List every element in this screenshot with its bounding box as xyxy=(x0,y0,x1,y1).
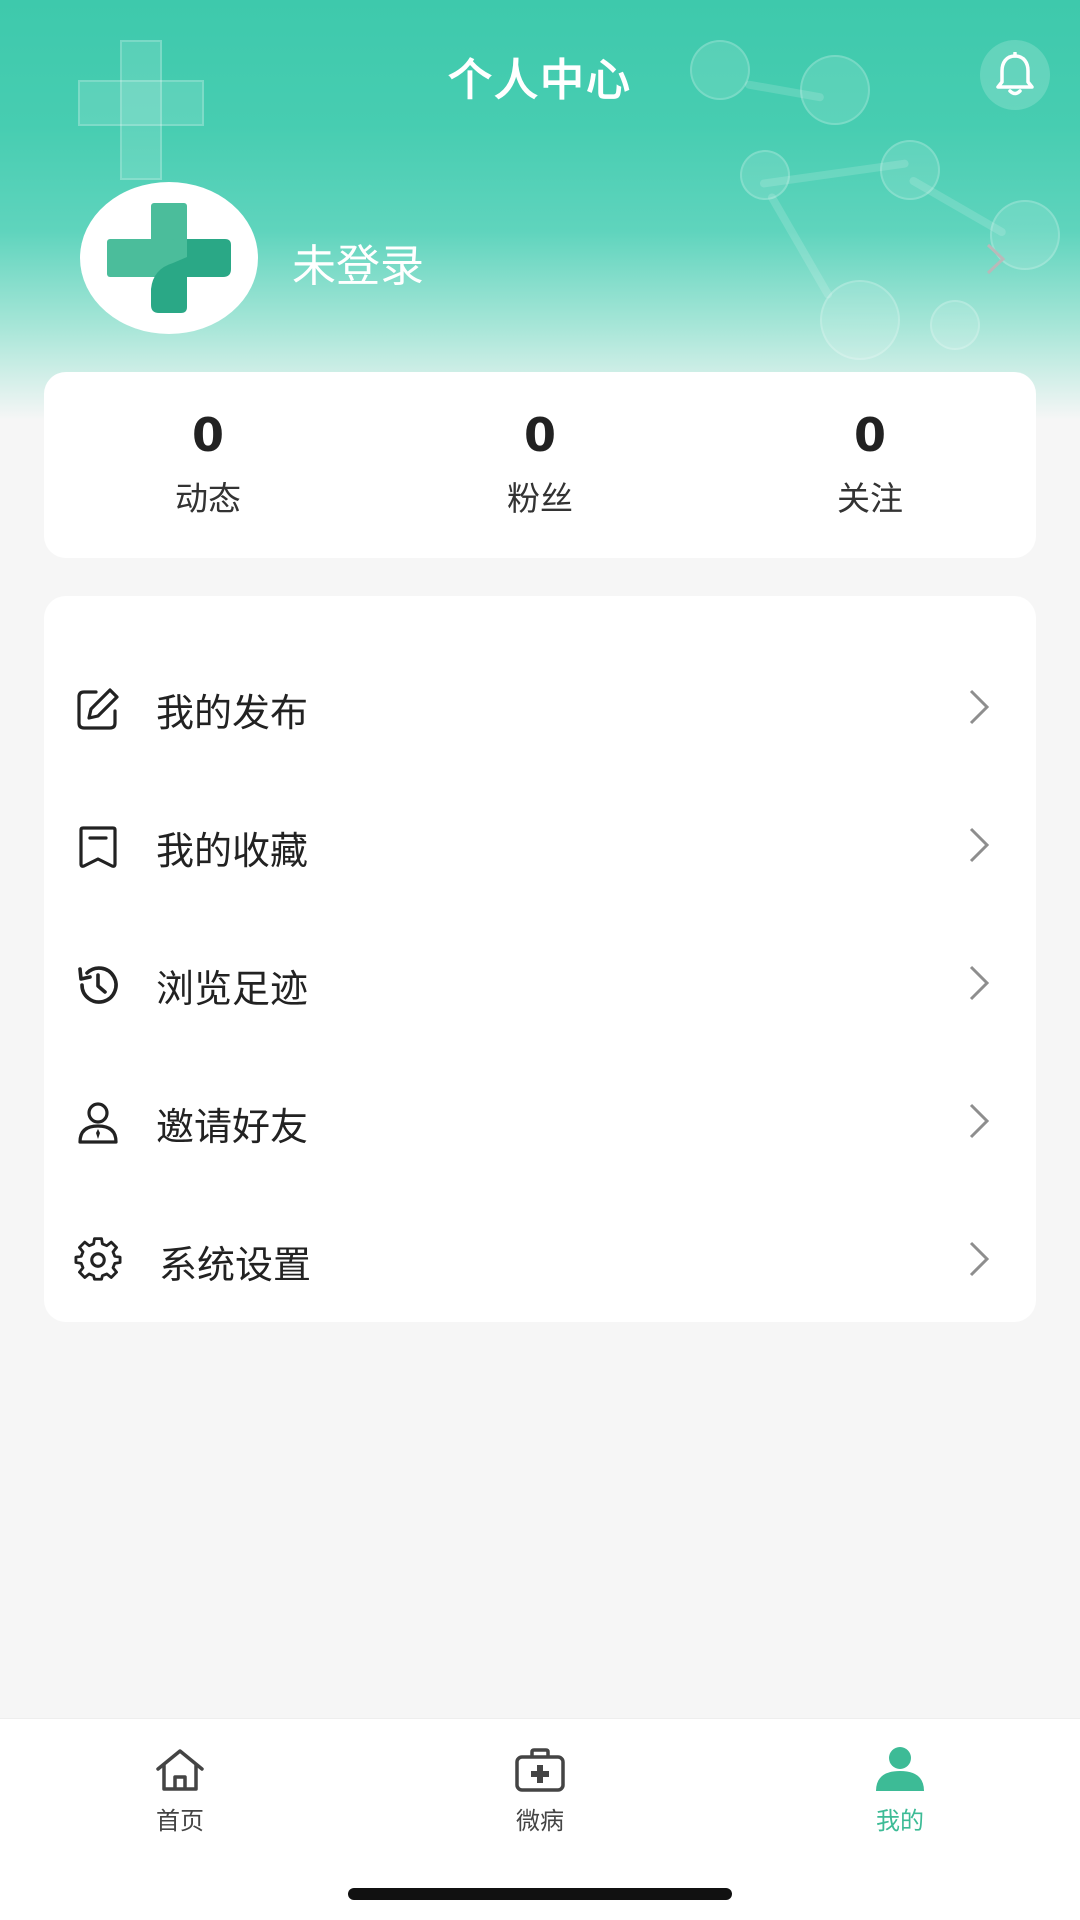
medical-kit-icon xyxy=(460,1741,620,1793)
gear-icon xyxy=(74,1237,122,1285)
user-icon xyxy=(74,1099,122,1147)
menu-item-label: 我的收藏 xyxy=(156,828,309,873)
chevron-right-icon xyxy=(968,688,990,730)
bookmark-icon xyxy=(74,823,122,871)
stat-value: 0 xyxy=(191,408,224,462)
stat-value: 0 xyxy=(523,408,556,462)
history-icon xyxy=(74,961,122,1009)
profile-chevron[interactable] xyxy=(985,242,1007,280)
chevron-right-icon xyxy=(986,243,1006,275)
menu-item-settings[interactable]: 系统设置 xyxy=(44,1192,1036,1330)
stat-posts[interactable]: 0 动态 xyxy=(98,412,318,520)
stat-label: 粉丝 xyxy=(507,479,573,518)
menu-item-favorites[interactable]: 我的收藏 xyxy=(44,778,1036,916)
stat-label: 关注 xyxy=(837,479,903,518)
profile-screen: 个人中心 未登录 0 动态 0 粉丝 0 关注 我的发布 我的收藏 浏览足迹 邀… xyxy=(0,0,1080,1920)
tab-home[interactable]: 首页 xyxy=(100,1741,260,1836)
page-title: 个人中心 xyxy=(448,55,632,106)
username[interactable]: 未登录 xyxy=(292,230,424,294)
chevron-right-icon xyxy=(968,964,990,1006)
menu-item-history[interactable]: 浏览足迹 xyxy=(44,916,1036,1054)
stat-value: 0 xyxy=(853,408,886,462)
chevron-right-icon xyxy=(968,826,990,868)
edit-icon xyxy=(74,685,122,733)
stat-following[interactable]: 0 关注 xyxy=(760,412,980,520)
tab-weibing[interactable]: 微病 xyxy=(460,1741,620,1836)
chevron-right-icon xyxy=(968,1102,990,1144)
stats-card: 0 动态 0 粉丝 0 关注 xyxy=(44,372,1036,558)
menu-item-label: 邀请好友 xyxy=(156,1104,309,1149)
home-indicator[interactable] xyxy=(348,1888,732,1900)
menu-card: 我的发布 我的收藏 浏览足迹 邀请好友 系统设置 xyxy=(44,596,1036,1322)
tab-label: 微病 xyxy=(516,1807,564,1835)
stat-label: 动态 xyxy=(175,479,241,518)
tab-label: 首页 xyxy=(156,1807,204,1835)
home-icon xyxy=(100,1741,260,1793)
menu-item-invite-friends[interactable]: 邀请好友 xyxy=(44,1054,1036,1192)
menu-item-label: 系统设置 xyxy=(159,1242,312,1287)
chevron-right-icon xyxy=(968,1240,990,1282)
avatar[interactable] xyxy=(80,182,258,334)
medical-cross-logo xyxy=(107,203,231,313)
notification-button[interactable] xyxy=(980,40,1050,110)
menu-item-label: 我的发布 xyxy=(156,690,309,735)
menu-item-my-posts[interactable]: 我的发布 xyxy=(44,640,1036,778)
person-icon xyxy=(820,1741,980,1793)
tab-label: 我的 xyxy=(876,1807,924,1835)
menu-item-label: 浏览足迹 xyxy=(156,966,309,1011)
tab-mine[interactable]: 我的 xyxy=(820,1741,980,1836)
bell-icon xyxy=(996,52,1034,96)
stat-fans[interactable]: 0 粉丝 xyxy=(430,412,650,520)
